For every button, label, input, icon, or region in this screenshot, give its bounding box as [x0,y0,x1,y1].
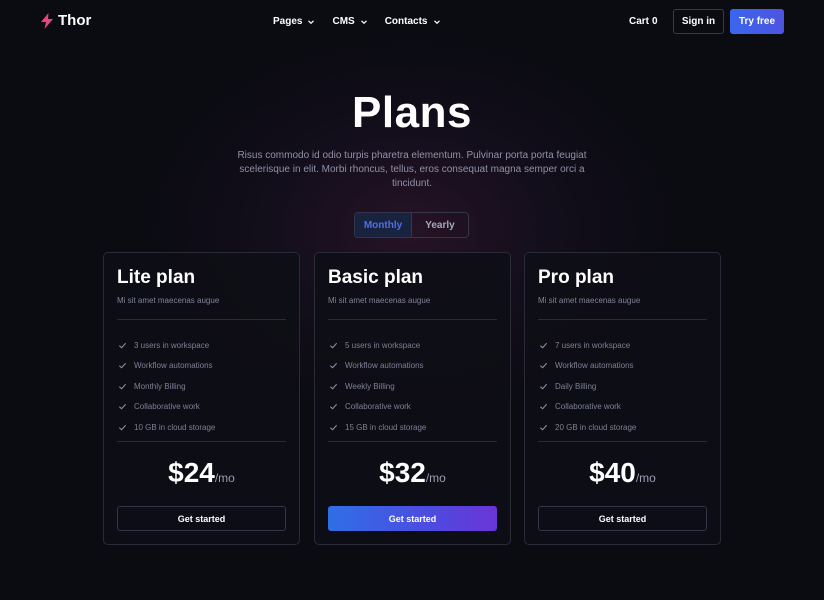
nav-item-contacts[interactable]: Contacts [385,16,441,27]
check-icon [118,342,127,349]
feature-label: Workflow automations [555,361,634,371]
chevron-down-icon [360,19,367,24]
feature-label: Daily Billing [555,381,597,391]
check-icon [329,383,338,390]
cart-count: 0 [652,16,658,27]
chevron-down-icon [433,19,440,24]
get-started-button[interactable]: Get started [538,506,707,531]
plan-name: Pro plan [538,267,615,288]
lightning-bolt-icon [41,12,53,29]
brand-name: Thor [58,12,92,29]
list-item: Workflow automations [329,356,426,377]
check-icon [539,342,548,349]
try-free-button[interactable]: Try free [730,9,784,34]
check-icon [329,424,338,431]
list-item: Weekly Billing [329,376,426,397]
price-amount: $24 [168,457,215,488]
check-icon [329,404,338,410]
nav-item-pages[interactable]: Pages [273,16,315,27]
feature-label: Collaborative work [555,402,621,412]
plan-price: $32/mo [315,457,510,489]
list-item: Monthly Billing [118,376,215,397]
list-item: Collaborative work [329,397,426,418]
list-item: Collaborative work [118,397,215,418]
plan-price: $24/mo [104,457,299,489]
list-item: Collaborative work [539,397,636,418]
plan-card-pro: Pro plan Mi sit amet maecenas augue 7 us… [524,252,721,545]
price-amount: $40 [589,457,636,488]
list-item: 3 users in workspace [118,335,215,356]
chevron-down-icon [308,19,315,24]
feature-label: Workflow automations [345,361,424,371]
plan-name: Basic plan [328,267,424,288]
list-item: Daily Billing [539,376,636,397]
list-item: 7 users in workspace [539,335,636,356]
feature-label: 5 users in workspace [345,340,421,350]
check-icon [118,424,127,431]
toggle-monthly[interactable]: Monthly [355,213,412,237]
feature-label: Collaborative work [345,402,411,412]
main-menu: Pages CMS Contacts [273,16,441,27]
nav-item-cms[interactable]: CMS [332,16,367,27]
plan-card-lite: Lite plan Mi sit amet maecenas augue 3 u… [103,252,300,545]
feature-list: 7 users in workspace Workflow automation… [539,335,636,438]
check-icon [118,363,127,369]
billing-toggle: Monthly Yearly [354,212,469,238]
feature-label: Collaborative work [134,402,200,412]
cart-label: Cart [629,16,650,27]
check-icon [329,363,338,369]
sign-in-button[interactable]: Sign in [673,9,724,34]
check-icon [539,404,548,410]
divider [538,319,707,320]
price-amount: $32 [379,457,426,488]
divider [328,441,497,442]
check-icon [118,383,127,390]
list-item: Workflow automations [539,356,636,377]
get-started-button[interactable]: Get started [117,506,286,531]
divider [117,441,286,442]
check-icon [539,383,548,390]
check-icon [118,404,127,410]
feature-label: 15 GB in cloud storage [345,422,427,432]
nav-item-label: CMS [332,16,355,27]
feature-list: 5 users in workspace Workflow automation… [329,335,426,438]
list-item: 5 users in workspace [329,335,426,356]
price-period: /mo [635,471,656,485]
feature-label: 3 users in workspace [134,340,210,350]
get-started-button[interactable]: Get started [328,506,497,531]
plan-subtitle: Mi sit amet maecenas augue [538,296,641,305]
nav-item-label: Contacts [384,16,428,27]
list-item: 15 GB in cloud storage [329,417,426,438]
plan-card-basic: Basic plan Mi sit amet maecenas augue 5 … [314,252,511,545]
page-title: Plans [352,88,472,137]
brand-logo[interactable]: Thor [40,12,91,29]
nav-item-label: Pages [273,16,303,27]
divider [538,441,707,442]
check-icon [329,342,338,349]
list-item: 20 GB in cloud storage [539,417,636,438]
feature-label: 10 GB in cloud storage [134,422,216,432]
plan-name: Lite plan [117,267,196,288]
plan-subtitle: Mi sit amet maecenas augue [328,296,431,305]
price-period: /mo [214,471,235,485]
check-icon [539,363,548,369]
list-item: 10 GB in cloud storage [118,417,215,438]
top-navbar: Thor Pages CMS Contacts Cart 0 Sign in T… [0,0,824,44]
feature-label: Workflow automations [134,361,213,371]
feature-label: 20 GB in cloud storage [555,422,637,432]
divider [117,319,286,320]
price-period: /mo [425,471,446,485]
cart-link[interactable]: Cart 0 [629,16,658,27]
check-icon [539,424,548,431]
page-subtitle: Risus commodo id odio turpis pharetra el… [237,150,587,189]
plan-price: $40/mo [525,457,720,489]
feature-label: Weekly Billing [345,381,395,391]
feature-list: 3 users in workspace Workflow automation… [118,335,215,438]
feature-label: Monthly Billing [134,381,186,391]
feature-label: 7 users in workspace [555,340,631,350]
plan-subtitle: Mi sit amet maecenas augue [117,296,220,305]
list-item: Workflow automations [118,356,215,377]
toggle-yearly[interactable]: Yearly [412,213,468,237]
divider [328,319,497,320]
